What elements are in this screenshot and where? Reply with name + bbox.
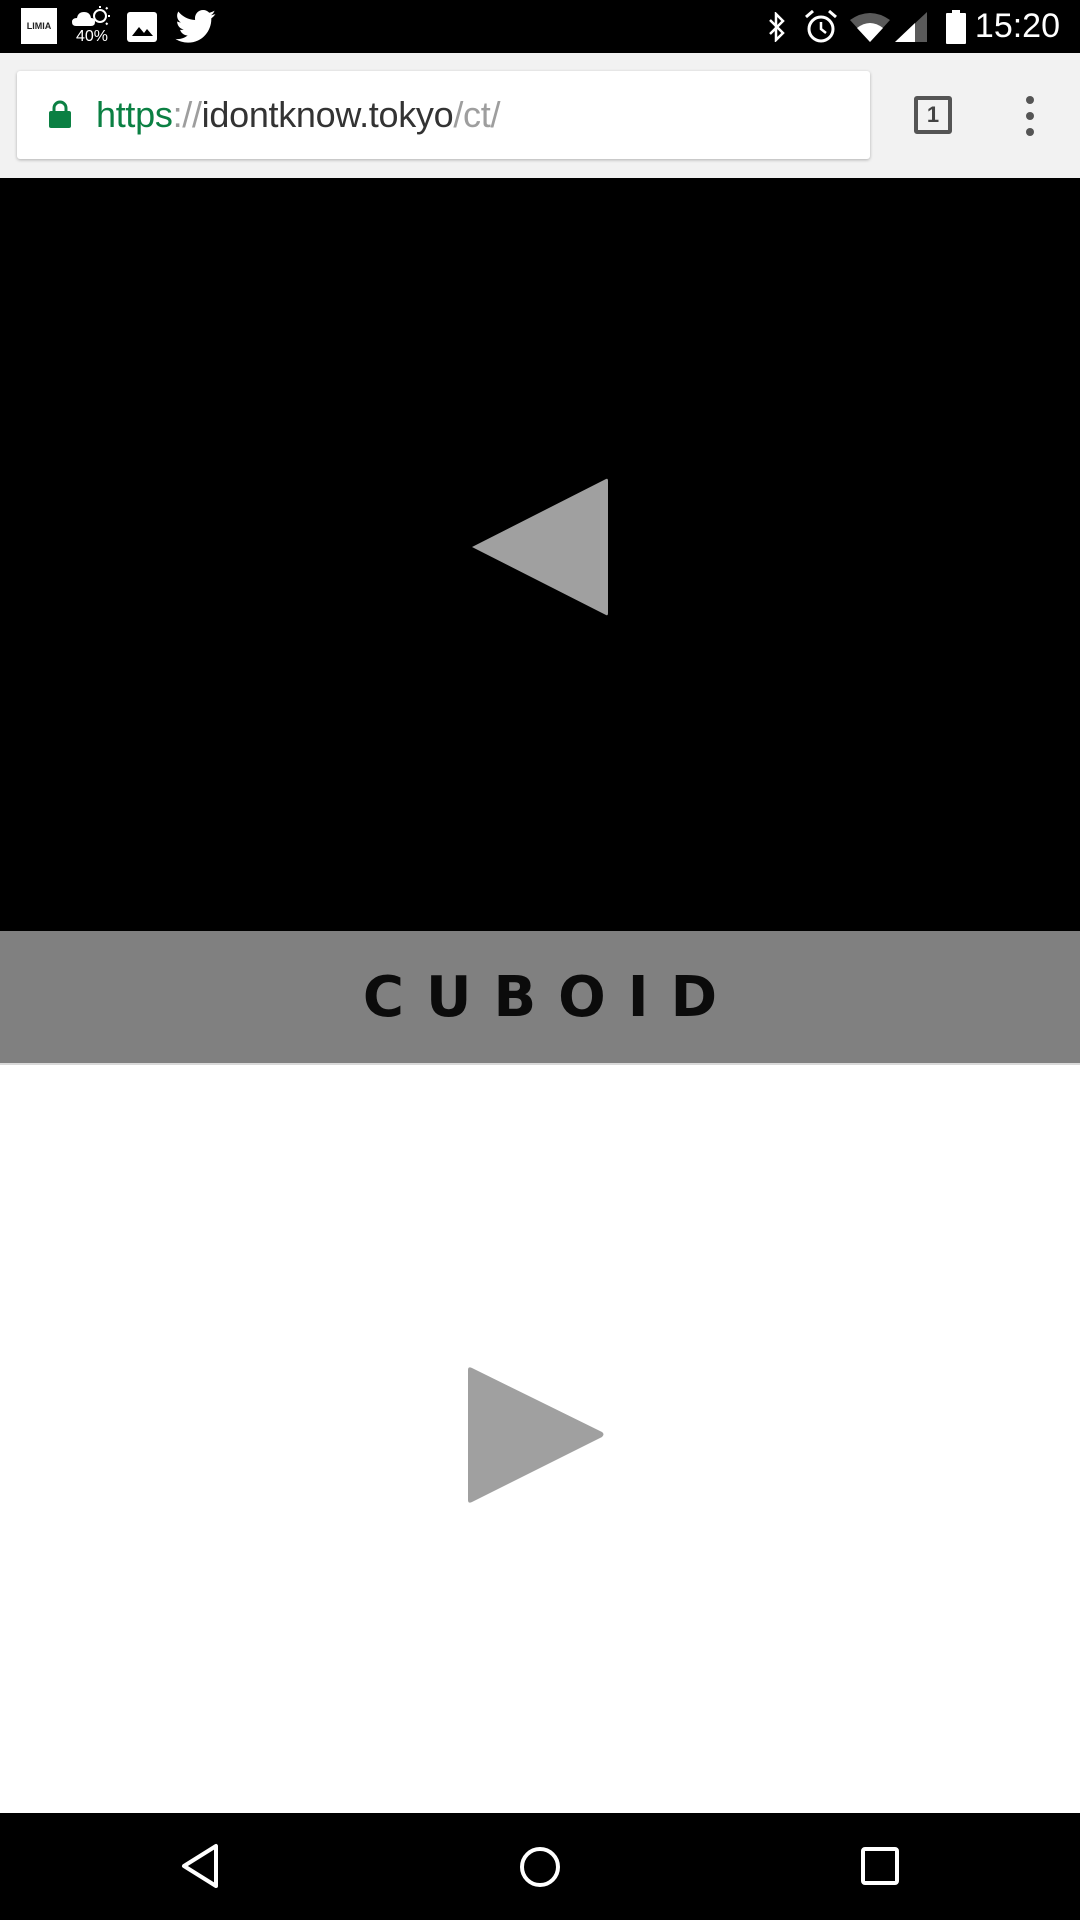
limia-label: LIMIA [26, 21, 52, 31]
next-arrow-button[interactable] [466, 1366, 606, 1511]
left-triangle-icon [472, 478, 608, 616]
tab-switcher-button[interactable]: 1 [914, 96, 952, 134]
menu-dot-icon [1026, 112, 1034, 120]
wifi-icon [850, 12, 890, 47]
status-bar: LIMIA 40% 15:20 [0, 0, 1080, 53]
url-path: /ct/ [453, 94, 501, 135]
right-triangle-icon [468, 1367, 604, 1503]
nav-home-button[interactable] [518, 1845, 562, 1894]
system-nav-bar [0, 1813, 1080, 1920]
page-title: CUBOID [362, 964, 740, 1030]
weather-percent: 40% [76, 28, 109, 45]
twitter-icon [175, 10, 217, 49]
home-icon [520, 1847, 560, 1887]
bottom-panel [0, 1063, 1080, 1813]
bluetooth-icon [765, 10, 789, 47]
url-scheme: https [96, 94, 173, 135]
alarm-icon [803, 9, 839, 49]
cell-signal-icon [895, 12, 927, 47]
limia-app-icon: LIMIA [21, 8, 57, 44]
url-separator: :// [172, 94, 202, 135]
nav-back-button[interactable] [180, 1843, 220, 1894]
recents-icon [861, 1847, 899, 1885]
title-band: CUBOID [0, 931, 1080, 1063]
menu-dot-icon [1026, 96, 1034, 104]
lock-icon[interactable] [48, 100, 72, 133]
previous-arrow-button[interactable] [470, 477, 610, 622]
menu-dot-icon [1026, 128, 1034, 136]
weather-icon: 40% [72, 6, 112, 48]
overflow-menu-button[interactable] [1018, 96, 1042, 136]
gallery-icon [127, 12, 157, 47]
clock: 15:20 [974, 7, 1060, 45]
top-panel [0, 178, 1080, 931]
url-text[interactable]: https://idontknow.tokyo/ct/ [96, 92, 500, 138]
url-host: idontknow.tokyo [201, 94, 454, 135]
back-icon [182, 1844, 218, 1888]
nav-recents-button[interactable] [860, 1846, 900, 1891]
battery-icon [946, 10, 966, 49]
tab-count: 1 [926, 102, 940, 127]
